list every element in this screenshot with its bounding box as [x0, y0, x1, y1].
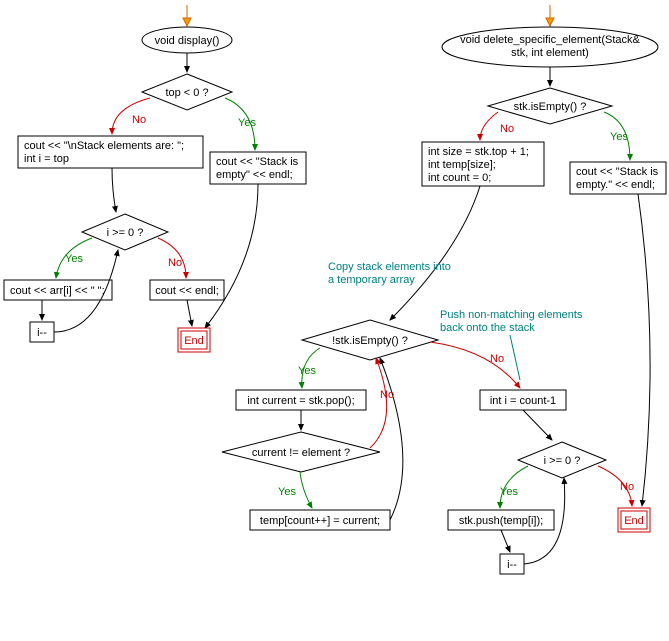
text-d-dec: i--	[37, 327, 47, 339]
text-d-cond-top: top < 0 ?	[165, 87, 208, 99]
node-r-end: End	[618, 508, 650, 532]
node-r-init-i: int i = count-1	[480, 390, 566, 410]
text-d-start: void display()	[155, 35, 220, 47]
node-r-store: temp[count++] = current;	[250, 510, 390, 530]
text-r-empty-2: empty." << endl;	[576, 179, 655, 191]
node-d-dec: i--	[30, 322, 54, 342]
node-d-empty: cout << "Stack is empty" << endl;	[210, 152, 306, 184]
label-no-5: No	[490, 353, 504, 365]
node-d-header: cout << "\nStack elements are: "; int i …	[18, 136, 203, 168]
label-yes-1: Yes	[238, 117, 256, 129]
text-r-push: stk.push(temp[i]);	[459, 515, 543, 527]
label-no-2: No	[168, 257, 182, 269]
text-r-init-1: int size = stk.top + 1;	[428, 146, 529, 158]
text-ann-push-1: Push non-matching elements	[440, 309, 583, 321]
node-d-cond-i: i >= 0 ?	[82, 214, 168, 250]
node-r-push: stk.push(temp[i]);	[448, 510, 554, 530]
label-no-1: No	[132, 114, 146, 126]
text-d-header-2: int i = top	[24, 153, 69, 165]
node-r-cond-match: current != element ?	[222, 432, 380, 472]
text-r-start-1: void delete_specific_element(Stack&	[460, 34, 640, 46]
text-r-end: End	[624, 515, 644, 527]
start-arrow-right	[546, 5, 554, 26]
text-r-init-i: int i = count-1	[490, 395, 556, 407]
label-yes-3: Yes	[610, 131, 628, 143]
text-d-cond-i: i >= 0 ?	[107, 227, 144, 239]
text-d-empty-2: empty" << endl;	[216, 169, 293, 181]
text-d-endl: cout << endl;	[155, 285, 219, 297]
label-no-3: No	[500, 123, 514, 135]
label-no-6: No	[620, 481, 634, 493]
text-r-cond-loop1: !stk.isEmpty() ?	[332, 335, 408, 347]
text-d-print: cout << arr[i] << " ";	[10, 285, 105, 297]
label-no-4: No	[380, 389, 394, 401]
node-r-pop: int current = stk.pop();	[236, 390, 366, 410]
text-d-empty-1: cout << "Stack is	[216, 156, 299, 168]
node-r-start: void delete_specific_element(Stack& stk,…	[442, 27, 658, 67]
annotation-copy: Copy stack elements into a temporary arr…	[328, 261, 451, 286]
text-r-init-2: int temp[size];	[428, 159, 496, 171]
text-ann-copy-2: a temporary array	[328, 274, 415, 286]
node-d-endl: cout << endl;	[150, 280, 224, 300]
node-r-cond-loop1: !stk.isEmpty() ?	[302, 320, 438, 360]
text-d-end: End	[184, 335, 204, 347]
node-d-end: End	[178, 328, 210, 352]
node-r-empty: cout << "Stack is empty." << endl;	[570, 162, 666, 194]
text-ann-push-2: back onto the stack	[440, 322, 535, 334]
text-r-cond-match: current != element ?	[252, 447, 350, 459]
start-arrow-left	[183, 5, 191, 26]
node-r-cond-i: i >= 0 ?	[518, 442, 606, 478]
label-yes-5: Yes	[278, 486, 296, 498]
text-r-init-3: int count = 0;	[428, 172, 491, 184]
text-r-cond-empty: stk.isEmpty() ?	[514, 101, 587, 113]
text-r-empty-1: cout << "Stack is	[576, 166, 659, 178]
label-yes-4: Yes	[298, 365, 316, 377]
text-r-store: temp[count++] = current;	[260, 515, 380, 527]
node-display-start: void display()	[142, 27, 232, 53]
text-r-pop: int current = stk.pop();	[247, 395, 354, 407]
label-yes-6: Yes	[500, 486, 518, 498]
text-r-dec: i--	[507, 559, 517, 571]
node-r-cond-empty: stk.isEmpty() ?	[488, 88, 612, 124]
node-d-cond-top: top < 0 ?	[142, 74, 232, 110]
text-r-start-2: stk, int element)	[511, 47, 589, 59]
node-r-dec: i--	[500, 554, 524, 574]
node-d-print: cout << arr[i] << " ";	[4, 280, 112, 300]
text-ann-copy-1: Copy stack elements into	[328, 261, 451, 273]
text-r-cond-i: i >= 0 ?	[544, 455, 581, 467]
label-yes-2: Yes	[65, 253, 83, 265]
annotation-push: Push non-matching elements back onto the…	[440, 309, 583, 334]
node-r-init: int size = stk.top + 1; int temp[size]; …	[422, 142, 544, 186]
text-d-header-1: cout << "\nStack elements are: ";	[24, 140, 184, 152]
